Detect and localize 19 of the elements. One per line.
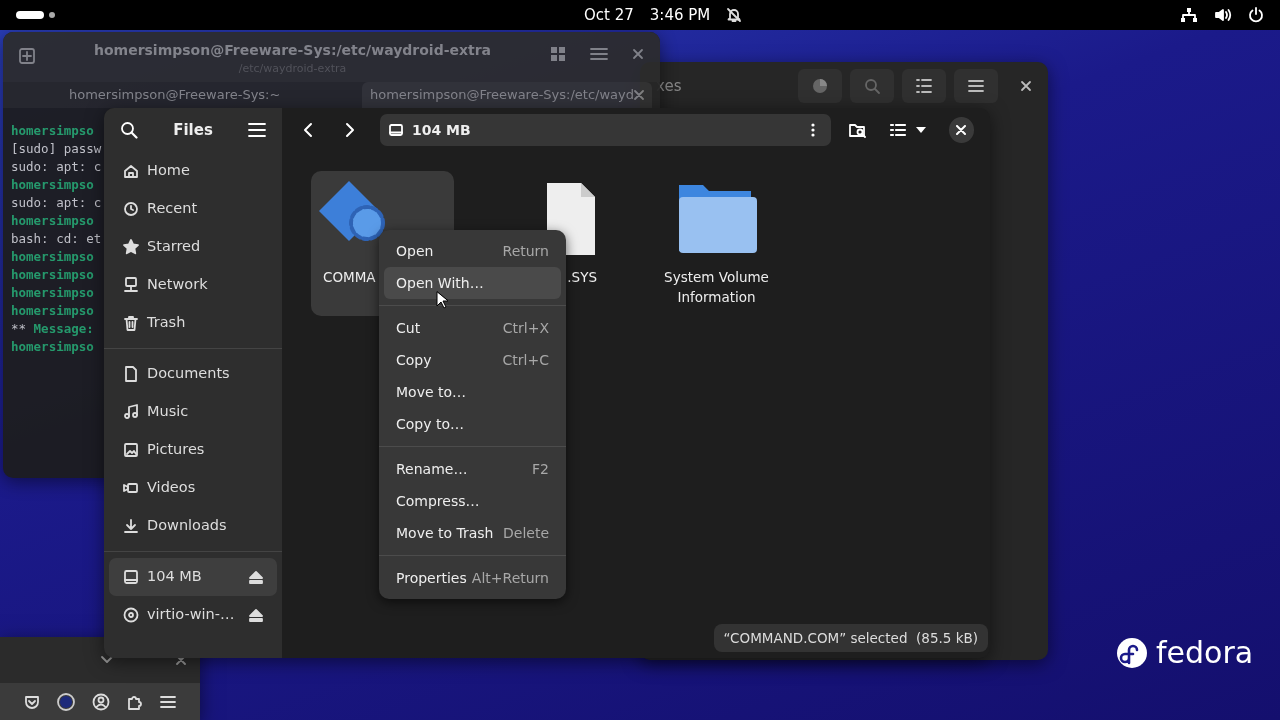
terminal-message-label: Message: (33, 321, 94, 336)
terminal-prompt: homersimpso (11, 248, 94, 266)
window-title: homersimpson@Freeware-Sys:/etc/waydroid-extra (92, 41, 493, 60)
terminal-prompt: homersimpso (11, 266, 94, 284)
terminal-marker: ** (11, 321, 27, 336)
terminal-output: [sudo] passw (11, 140, 102, 158)
terminal-output: sudo: apt: c (11, 158, 102, 176)
terminal-prompt: homersimpso (11, 338, 94, 356)
terminal-output: sudo: apt: c (11, 194, 102, 212)
window-title: xes (656, 75, 682, 97)
terminal-prompt: homersimpso (11, 122, 94, 140)
status-message: “COMMAND.COM” selected (85.5 kB) (713, 623, 988, 652)
brand-wordmark: fedora (1156, 638, 1254, 668)
terminal-prompt: homersimpso (11, 212, 94, 230)
terminal-prompt: homersimpso (11, 284, 94, 302)
terminal-prompt: homersimpso (11, 176, 94, 194)
terminal-prompt: homersimpso (11, 302, 94, 320)
app-title: Files (173, 119, 213, 141)
terminal-output: bash: cd: et (11, 230, 102, 248)
